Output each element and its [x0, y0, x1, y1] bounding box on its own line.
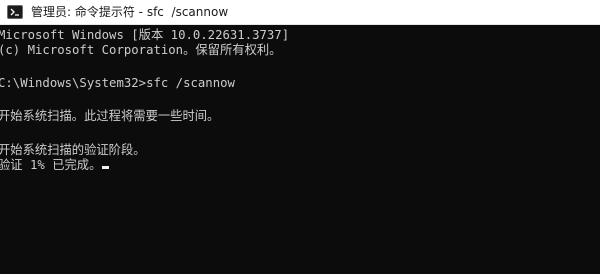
console-line-scan-start: 开始系统扫描。此过程将需要一些时间。 [0, 109, 220, 123]
console-line-version: Microsoft Windows [版本 10.0.22631.3737] [0, 28, 290, 42]
progress-text: 验证 1% 已完成。 [0, 158, 102, 172]
console-line-verify-phase: 开始系统扫描的验证阶段。 [0, 143, 146, 157]
text-cursor [102, 166, 110, 169]
console-line-progress: 验证 1% 已完成。 [0, 158, 110, 173]
window-title: 管理员: 命令提示符 - sfc /scannow [31, 5, 229, 19]
console-line-copyright: (c) Microsoft Corporation。保留所有权利。 [0, 43, 282, 57]
console-output[interactable]: Microsoft Windows [版本 10.0.22631.3737] (… [0, 26, 600, 274]
command-prompt-icon [7, 5, 23, 19]
title-bar[interactable]: 管理员: 命令提示符 - sfc /scannow [0, 0, 600, 25]
command-prompt-window: 管理员: 命令提示符 - sfc /scannow Microsoft Wind… [0, 0, 600, 274]
console-line-command: C:\Windows\System32>sfc /scannow [0, 76, 235, 90]
